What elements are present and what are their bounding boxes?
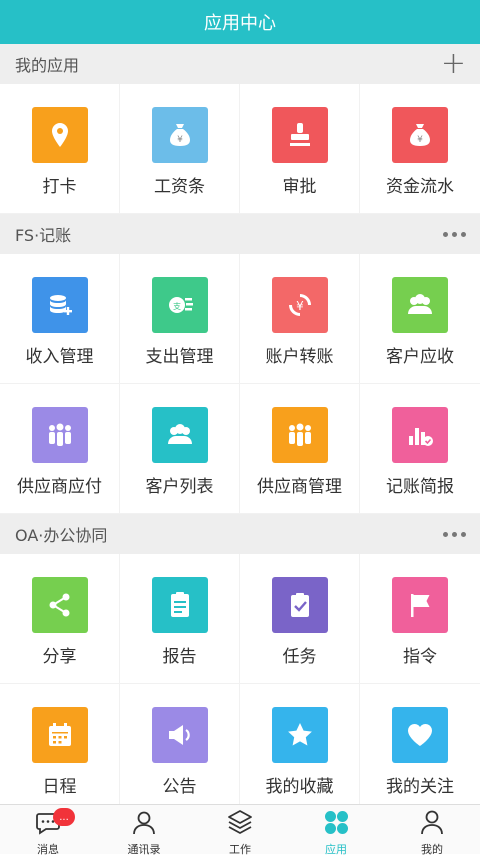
app-tile[interactable]: 记账简报 (360, 384, 480, 514)
section-header-my-apps: 我的应用 + (0, 44, 480, 84)
coins-plus-icon (31, 277, 88, 333)
app-list: 我的应用 + 打卡 ¥ 工资条 审批 ¥ 资金流水 FS·记账 收入管理 支支出管理 ¥ 账户转… (0, 44, 480, 804)
app-tile[interactable]: 指令 (360, 554, 480, 684)
contacts-icon (130, 805, 158, 840)
app-tile-label: 任务 (282, 647, 317, 667)
speaker-icon (151, 707, 208, 763)
app-tile-label: 供应商管理 (257, 477, 342, 497)
app-tile-label: 供应商应付 (17, 477, 102, 497)
app-tile-label: 支出管理 (145, 347, 214, 367)
group-icon (271, 407, 328, 463)
app-tile[interactable]: 日程 (0, 684, 120, 804)
money-bag-icon: ¥ (392, 107, 448, 163)
app-tile[interactable]: 客户应收 (360, 254, 480, 384)
app-tile-label: 记账简报 (386, 477, 454, 497)
tab-4[interactable]: 我的 (384, 805, 480, 856)
app-grid-fs: 收入管理 支支出管理 ¥ 账户转账 客户应收供应商应付 客户列表 供应商管理 记账简报 (0, 254, 480, 514)
unread-badge: ... (53, 808, 75, 826)
section-title: FS·记账 (15, 226, 72, 245)
section-title: OA·办公协同 (15, 526, 108, 545)
svg-text:¥: ¥ (417, 135, 423, 145)
report-icon (151, 577, 208, 633)
app-tile-label: 打卡 (42, 177, 77, 197)
stamp-icon (271, 107, 328, 163)
tab-1[interactable]: 通讯录 (96, 805, 192, 856)
more-options-icon[interactable] (443, 531, 466, 537)
app-tile-label: 客户列表 (145, 477, 214, 497)
app-tile[interactable]: 供应商应付 (0, 384, 120, 514)
customers-icon (151, 407, 208, 463)
app-tile-label: 账户转账 (265, 347, 334, 367)
app-tile-label: 公告 (162, 777, 197, 797)
app-tile[interactable]: 审批 (240, 84, 360, 214)
app-tile[interactable]: 支支出管理 (120, 254, 240, 384)
app-tile[interactable]: ¥ 账户转账 (240, 254, 360, 384)
apps-icon (322, 805, 350, 840)
svg-text:¥: ¥ (296, 299, 304, 313)
currency-exchange-icon: ¥ (271, 277, 328, 333)
layers-icon (226, 805, 254, 840)
app-tile[interactable]: 客户列表 (120, 384, 240, 514)
app-tile[interactable]: ¥ 工资条 (120, 84, 240, 214)
tab-label: 工作 (229, 843, 251, 856)
flag-icon (392, 577, 448, 633)
app-tile-label: 收入管理 (25, 347, 94, 367)
app-tile-label: 指令 (403, 647, 437, 667)
app-tile[interactable]: 任务 (240, 554, 360, 684)
group-icon (31, 407, 88, 463)
app-tile[interactable]: 报告 (120, 554, 240, 684)
customers-icon (392, 277, 448, 333)
app-tile-label: 日程 (42, 777, 77, 797)
app-tile-label: 资金流水 (386, 177, 454, 197)
tab-0[interactable]: 消息... (0, 805, 96, 856)
section-header-oa: OA·办公协同 (0, 514, 480, 554)
tab-label: 我的 (421, 843, 443, 856)
app-tile-label: 分享 (42, 647, 77, 667)
app-tile[interactable]: 供应商管理 (240, 384, 360, 514)
app-grid-oa: 分享 报告 任务 指令日程 公告 我的收藏 我的关注 (0, 554, 480, 804)
tab-2[interactable]: 工作 (192, 805, 288, 856)
share-icon (31, 577, 88, 633)
app-tile[interactable]: 公告 (120, 684, 240, 804)
section-header-fs: FS·记账 (0, 214, 480, 254)
tab-label: 通讯录 (127, 843, 161, 856)
app-tile[interactable]: ¥ 资金流水 (360, 84, 480, 214)
tab-3[interactable]: 应用 (288, 805, 384, 856)
more-options-icon[interactable] (443, 231, 466, 237)
section-title: 我的应用 (15, 56, 80, 75)
app-tile-label: 客户应收 (386, 347, 454, 367)
app-tile[interactable]: 打卡 (0, 84, 120, 214)
svg-text:支: 支 (173, 301, 181, 311)
tab-label: 消息 (37, 843, 59, 856)
app-grid-my-apps: 打卡 ¥ 工资条 审批 ¥ 资金流水 (0, 84, 480, 214)
profile-icon (418, 805, 446, 840)
svg-text:¥: ¥ (177, 135, 183, 145)
app-tile-label: 我的关注 (386, 777, 454, 797)
tab-label: 应用 (325, 843, 347, 856)
task-icon (271, 577, 328, 633)
app-tile[interactable]: 我的关注 (360, 684, 480, 804)
page-title: 应用中心 (204, 13, 276, 34)
bar-report-icon (392, 407, 448, 463)
add-app-icon[interactable]: + (441, 49, 466, 79)
app-tile-label: 审批 (282, 177, 317, 197)
app-tile-label: 报告 (162, 647, 197, 667)
app-tile[interactable]: 分享 (0, 554, 120, 684)
app-tile-label: 工资条 (154, 177, 205, 197)
star-icon (271, 707, 328, 763)
app-header: 应用中心 (0, 0, 480, 44)
app-tile-label: 我的收藏 (265, 777, 334, 797)
app-tile[interactable]: 收入管理 (0, 254, 120, 384)
money-bag-icon: ¥ (151, 107, 208, 163)
coin-payout-icon: 支 (151, 277, 208, 333)
heart-icon (392, 707, 448, 763)
app-tile[interactable]: 我的收藏 (240, 684, 360, 804)
location-pin-icon (31, 107, 88, 163)
bottom-tab-bar: 消息... 通讯录 工作 应用 我的 (0, 804, 480, 856)
calendar-icon (31, 707, 88, 763)
